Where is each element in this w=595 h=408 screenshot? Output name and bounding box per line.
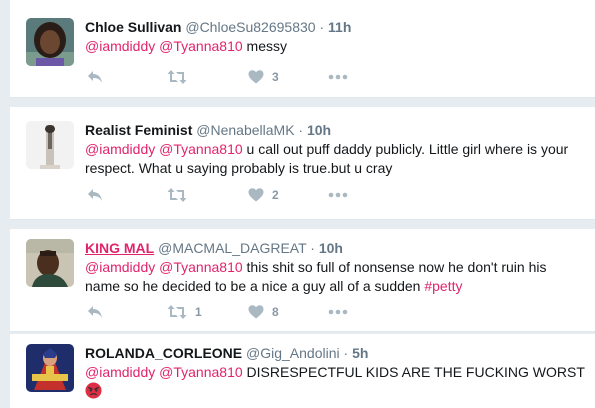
separator: · (343, 345, 349, 361)
retweet-icon (167, 187, 187, 203)
reply-icon (87, 69, 103, 85)
tweet-header: KING MAL @MACMAL_DAGREAT · 10h (85, 239, 585, 257)
tweet-header: Chloe Sullivan @ChloeSu82695830 · 11h (85, 18, 585, 36)
reply-button[interactable] (87, 68, 103, 86)
tweet-text: @iamdiddy @Tyanna810 u call out puff dad… (85, 140, 585, 178)
retweet-button[interactable] (167, 186, 187, 204)
tweet[interactable]: Realist Feminist @NenabellaMK · 10h @iam… (10, 107, 595, 220)
tweet-actions: 2 (85, 186, 385, 204)
tweet-time[interactable]: 10h (319, 240, 343, 256)
angry-face-icon (85, 382, 102, 399)
separator: · (319, 19, 325, 35)
tweet-text: @iamdiddy @Tyanna810 DISRESPECTFUL KIDS … (85, 363, 585, 401)
tweet-text: @iamdiddy @Tyanna810 messy (85, 37, 585, 56)
user-handle[interactable]: @ChloeSu82695830 (185, 19, 315, 35)
like-button[interactable]: 2 (248, 186, 279, 204)
avatar[interactable] (26, 121, 74, 169)
more-button[interactable] (328, 303, 348, 321)
reply-icon (87, 187, 103, 203)
tweet[interactable]: ROLANDA_CORLEONE @Gig_Andolini · 5h @iam… (10, 334, 595, 408)
tweet[interactable]: KING MAL @MACMAL_DAGREAT · 10h @iamdiddy… (10, 229, 595, 332)
separator: · (310, 240, 315, 256)
like-button[interactable]: 3 (248, 68, 279, 86)
more-button[interactable] (328, 186, 348, 204)
tweet-time[interactable]: 11h (328, 19, 351, 35)
tweet-actions: 1 8 (85, 303, 385, 321)
user-handle[interactable]: @NenabellaMK (196, 122, 294, 138)
tweet-body: u call out puff daddy publicly. Little g… (85, 141, 569, 176)
retweet-count: 1 (195, 305, 202, 319)
reply-icon (87, 304, 103, 320)
tweet-feed: Chloe Sullivan @ChloeSu82695830 · 11h @i… (10, 0, 595, 408)
tweet-body: DISRESPECTFUL KIDS ARE THE FUCKING WORST (246, 364, 585, 380)
user-handle[interactable]: @MACMAL_DAGREAT (158, 240, 306, 256)
tweet-body: this shit so full of nonsense now he don… (85, 259, 547, 294)
user-name[interactable]: ROLANDA_CORLEONE (85, 345, 242, 361)
hashtag-link[interactable]: #petty (424, 278, 462, 294)
like-count: 2 (272, 188, 279, 202)
tweet-time[interactable]: 5h (352, 345, 368, 361)
mention-link[interactable]: @Tyanna810 (159, 259, 243, 275)
mention-link[interactable]: @Tyanna810 (159, 364, 243, 380)
tweet-header: ROLANDA_CORLEONE @Gig_Andolini · 5h (85, 344, 585, 362)
tweet-header: Realist Feminist @NenabellaMK · 10h (85, 121, 585, 139)
mention-link[interactable]: @iamdiddy (85, 364, 155, 380)
tweet-actions: 3 (85, 68, 385, 86)
retweet-button[interactable] (167, 68, 187, 86)
tweet-body: messy (246, 38, 287, 54)
like-count: 3 (272, 70, 279, 84)
user-name[interactable]: KING MAL (85, 240, 154, 256)
more-icon (328, 74, 348, 80)
avatar[interactable] (26, 344, 74, 392)
user-name[interactable]: Chloe Sullivan (85, 19, 181, 35)
tweet[interactable]: Chloe Sullivan @ChloeSu82695830 · 11h @i… (10, 0, 595, 98)
like-button[interactable]: 8 (248, 303, 279, 321)
more-button[interactable] (328, 68, 348, 86)
retweet-icon (167, 304, 187, 320)
mention-link[interactable]: @Tyanna810 (159, 38, 243, 54)
heart-icon (248, 304, 264, 320)
mention-link[interactable]: @iamdiddy (85, 259, 155, 275)
reply-button[interactable] (87, 303, 103, 321)
user-handle[interactable]: @Gig_Andolini (246, 345, 340, 361)
reply-button[interactable] (87, 186, 103, 204)
user-name[interactable]: Realist Feminist (85, 122, 192, 138)
mention-link[interactable]: @iamdiddy (85, 141, 155, 157)
heart-icon (248, 187, 264, 203)
tweet-text: @iamdiddy @Tyanna810 this shit so full o… (85, 258, 585, 296)
mention-link[interactable]: @Tyanna810 (159, 141, 243, 157)
mention-link[interactable]: @iamdiddy (85, 38, 155, 54)
like-count: 8 (272, 305, 279, 319)
heart-icon (248, 69, 264, 85)
avatar[interactable] (26, 18, 74, 66)
retweet-icon (167, 69, 187, 85)
tweet-time[interactable]: 10h (307, 122, 331, 138)
retweet-button[interactable]: 1 (167, 303, 202, 321)
more-icon (328, 192, 348, 198)
avatar[interactable] (26, 239, 74, 287)
more-icon (328, 309, 348, 315)
separator: · (298, 122, 304, 138)
